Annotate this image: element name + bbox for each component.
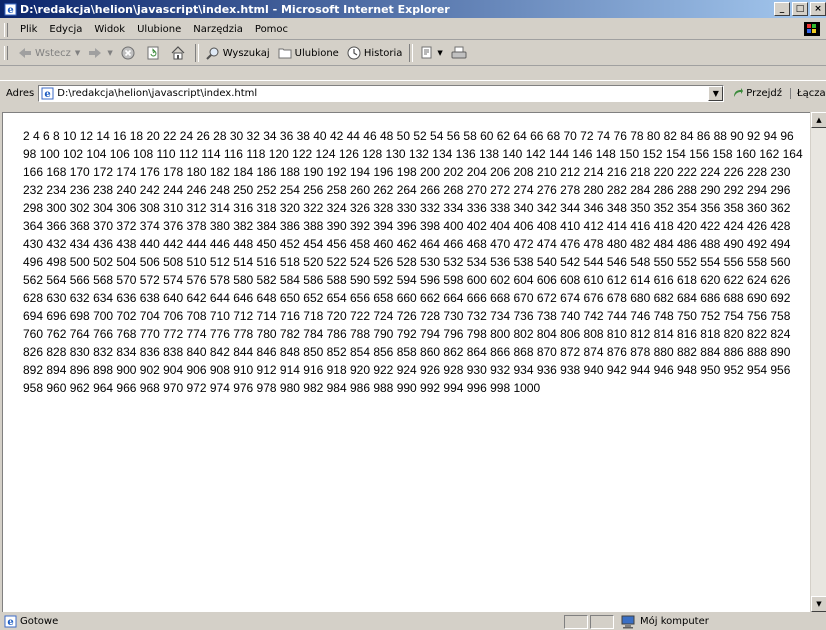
even-numbers-text: 2 4 6 8 10 12 14 16 18 20 22 24 26 28 30… <box>23 129 803 395</box>
back-label: Wstecz <box>35 47 71 59</box>
minimize-button[interactable]: _ <box>774 2 790 16</box>
menu-widok[interactable]: Widok <box>88 24 131 35</box>
forward-button[interactable]: ▼ <box>84 47 116 59</box>
computer-icon <box>621 615 635 628</box>
ie-page-icon: e <box>41 87 54 100</box>
title-bar: e D:\redakcja\helion\javascript\index.ht… <box>0 0 826 18</box>
svg-text:e: e <box>7 617 13 628</box>
favorites-icon <box>278 48 292 59</box>
go-icon <box>734 88 744 97</box>
favorites-label: Ulubione <box>294 47 339 59</box>
back-button[interactable]: Wstecz ▼ <box>14 47 84 59</box>
history-label: Historia <box>363 47 403 59</box>
menu-plik[interactable]: Plik <box>14 24 43 35</box>
page-content: 2 4 6 8 10 12 14 16 18 20 22 24 26 28 30… <box>2 112 810 612</box>
back-dropdown-icon[interactable]: ▼ <box>75 49 80 57</box>
forward-dropdown-icon[interactable]: ▼ <box>107 49 112 57</box>
mail-dropdown-icon[interactable]: ▼ <box>437 49 442 57</box>
address-label: Adres <box>6 87 35 99</box>
search-label: Wyszukaj <box>222 47 270 59</box>
status-bar: e Gotowe Mój komputer <box>0 613 826 630</box>
links-button[interactable]: Łącza <box>790 87 826 99</box>
address-bar: Adres e D:\redakcja\helion\javascript\in… <box>0 80 826 105</box>
status-cell <box>590 614 614 629</box>
menu-narzedzia[interactable]: Narzędzia <box>187 24 249 35</box>
window-title: D:\redakcja\helion\javascript\index.html… <box>20 2 450 16</box>
menu-pomoc[interactable]: Pomoc <box>249 24 294 35</box>
history-button[interactable]: Historia <box>343 46 407 60</box>
status-zone: Mój komputer <box>616 615 820 629</box>
status-text: Gotowe <box>20 616 59 627</box>
refresh-icon <box>147 46 159 60</box>
refresh-button[interactable] <box>142 46 167 60</box>
home-icon <box>171 46 185 60</box>
search-icon <box>205 47 219 60</box>
print-button[interactable] <box>447 46 474 60</box>
forward-arrow-icon <box>89 48 102 58</box>
toolbar-separator <box>194 44 199 62</box>
maximize-button[interactable]: □ <box>792 2 808 16</box>
scroll-up-button[interactable]: ▲ <box>811 112 826 128</box>
back-arrow-icon <box>19 48 31 58</box>
stop-button[interactable] <box>117 46 142 60</box>
vertical-scrollbar[interactable]: ▲ ▼ <box>810 112 826 612</box>
favorites-button[interactable]: Ulubione <box>274 47 343 59</box>
menu-ulubione[interactable]: Ulubione <box>131 24 187 35</box>
ie-page-icon: e <box>4 615 17 628</box>
toolbar-grip[interactable] <box>4 46 8 60</box>
menu-bar: Plik Edycja Widok Ulubione Narzędzia Pom… <box>0 20 826 40</box>
address-input[interactable]: e D:\redakcja\helion\javascript\index.ht… <box>38 84 725 102</box>
search-button[interactable]: Wyszukaj <box>202 46 274 60</box>
stop-icon <box>121 46 135 60</box>
history-icon <box>347 46 361 60</box>
address-url: D:\redakcja\helion\javascript\index.html <box>57 87 258 99</box>
go-button[interactable]: Przejdź <box>732 87 782 99</box>
print-icon <box>451 46 467 59</box>
svg-text:e: e <box>45 89 51 100</box>
close-button[interactable]: × <box>810 2 826 16</box>
menu-edycja[interactable]: Edycja <box>43 24 88 35</box>
go-label: Przejdź <box>746 87 783 99</box>
zone-label: Mój komputer <box>640 616 709 627</box>
standard-toolbar: Wstecz ▼ ▼ Wyszukaj Ulubione Historia ▼ <box>0 41 826 66</box>
windows-logo-icon <box>804 22 820 36</box>
toolbar-separator <box>409 44 414 62</box>
mail-button[interactable]: ▼ <box>416 46 446 60</box>
svg-text:e: e <box>7 5 13 16</box>
address-dropdown-button[interactable]: ▼ <box>708 85 724 101</box>
ie-page-icon: e <box>3 2 17 16</box>
toolbar-grip[interactable] <box>4 22 8 37</box>
home-button[interactable] <box>167 46 192 60</box>
status-cell <box>564 614 588 629</box>
scroll-down-button[interactable]: ▼ <box>811 596 826 612</box>
mail-icon <box>421 46 432 59</box>
